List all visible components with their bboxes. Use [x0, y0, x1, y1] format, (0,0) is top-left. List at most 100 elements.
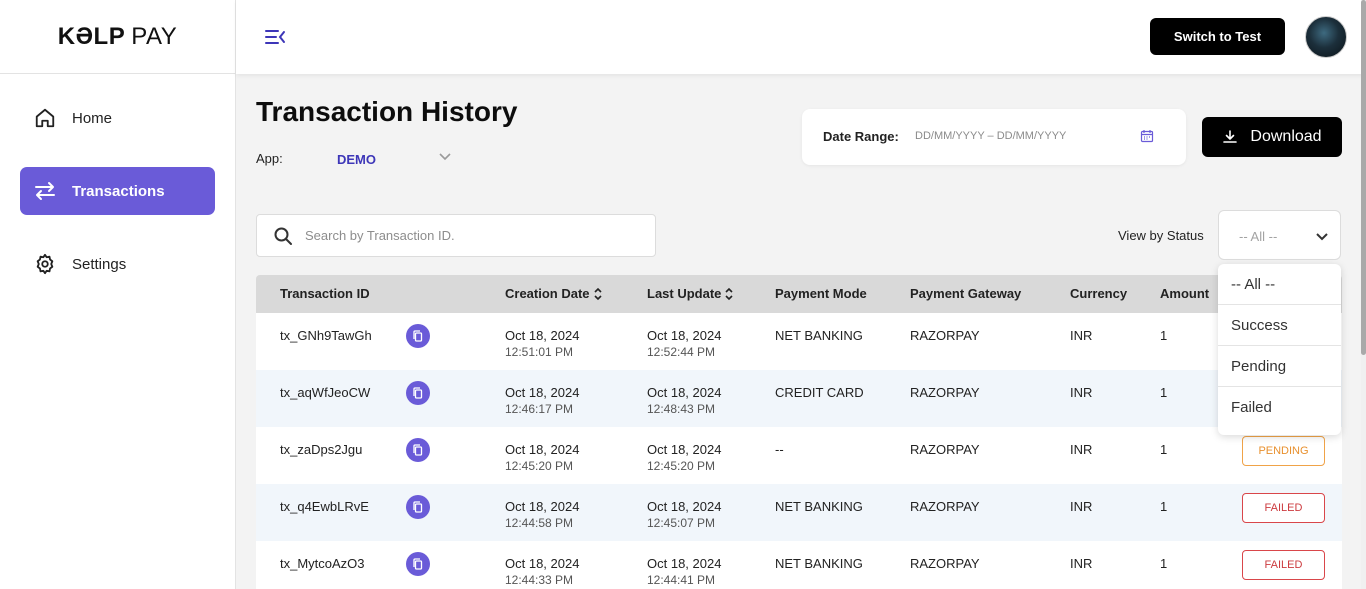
- download-icon: [1222, 129, 1238, 145]
- sidebar-item-home[interactable]: Home: [20, 94, 215, 142]
- scrollbar-thumb[interactable]: [1361, 0, 1366, 355]
- logo-text-light: PAY: [131, 22, 178, 50]
- payment-mode: NET BANKING: [775, 556, 863, 571]
- date-text: Oct 18, 2024: [647, 499, 722, 514]
- copy-icon[interactable]: [406, 495, 430, 519]
- column-header-last-update[interactable]: Last Update: [647, 286, 734, 301]
- last-update: Oct 18, 2024 12:45:20 PM: [647, 442, 721, 473]
- currency: INR: [1070, 499, 1093, 514]
- collapse-menu-icon[interactable]: [264, 26, 286, 48]
- payment-gateway: RAZORPAY: [910, 328, 980, 343]
- date-text: Oct 18, 2024: [505, 385, 580, 400]
- creation-date: Oct 18, 2024 12:45:20 PM: [505, 442, 579, 473]
- table-row: tx_GNh9TawGh Oct 18, 2024 12:51:01 PM Oct…: [256, 313, 1342, 370]
- date-text: Oct 18, 2024: [505, 328, 580, 343]
- status-option-pending[interactable]: Pending: [1218, 346, 1341, 387]
- status-option-failed[interactable]: Failed: [1218, 387, 1341, 428]
- search-icon: [273, 226, 293, 246]
- column-header-label: Creation Date: [505, 286, 590, 301]
- date-text: Oct 18, 2024: [647, 385, 722, 400]
- status-select[interactable]: -- All --: [1218, 210, 1341, 260]
- calendar-icon[interactable]: [1140, 129, 1156, 145]
- sidebar-item-label: Home: [72, 109, 113, 127]
- amount: 1: [1160, 385, 1168, 400]
- sidebar-item-transactions[interactable]: Transactions: [20, 167, 215, 215]
- currency: INR: [1070, 385, 1093, 400]
- column-header-payment-mode: Payment Mode: [775, 286, 867, 301]
- app-select-value[interactable]: DEMO: [337, 152, 376, 167]
- home-icon: [33, 106, 57, 130]
- copy-icon[interactable]: [406, 324, 430, 348]
- amount: 1: [1160, 556, 1168, 571]
- switch-to-test-button[interactable]: Switch to Test: [1150, 18, 1285, 55]
- page-scrollbar[interactable]: [1361, 0, 1366, 589]
- date-text: Oct 18, 2024: [505, 499, 580, 514]
- transaction-id: tx_zaDps2Jgu: [280, 442, 363, 457]
- currency: INR: [1070, 442, 1093, 457]
- table-header: Transaction ID Creation Date Last Update…: [256, 275, 1342, 313]
- time-text: 12:51:01 PM: [505, 345, 574, 359]
- table-row: tx_q4EwbLRvE Oct 18, 2024 12:44:58 PM Oct…: [256, 484, 1342, 541]
- table-row: tx_zaDps2Jgu Oct 18, 2024 12:45:20 PM Oct…: [256, 427, 1342, 484]
- creation-date: Oct 18, 2024 12:44:58 PM: [505, 499, 579, 530]
- time-text: 12:46:17 PM: [505, 402, 574, 416]
- time-text: 12:52:44 PM: [647, 345, 716, 359]
- column-header-label: Last Update: [647, 286, 722, 301]
- date-text: Oct 18, 2024: [505, 442, 580, 457]
- sidebar: KƏLP PAY Home Transactions Settings: [0, 0, 236, 589]
- payment-gateway: RAZORPAY: [910, 556, 980, 571]
- date-text: Oct 18, 2024: [647, 556, 722, 571]
- column-header-payment-gateway: Payment Gateway: [910, 286, 1022, 301]
- creation-date: Oct 18, 2024 12:46:17 PM: [505, 385, 579, 416]
- time-text: 12:45:07 PM: [647, 516, 716, 530]
- table-row: tx_aqWfJeoCW Oct 18, 2024 12:46:17 PM Oct…: [256, 370, 1342, 427]
- chevron-down-icon[interactable]: [437, 148, 453, 164]
- sidebar-item-settings[interactable]: Settings: [20, 240, 215, 288]
- main-content: Transaction History App: DEMO Date Range…: [236, 74, 1366, 589]
- currency: INR: [1070, 328, 1093, 343]
- payment-mode: NET BANKING: [775, 328, 863, 343]
- currency: INR: [1070, 556, 1093, 571]
- transaction-id: tx_MytcoAzO3: [280, 556, 365, 571]
- sidebar-nav: Home Transactions Settings: [0, 74, 235, 288]
- chevron-down-icon: [1314, 228, 1330, 244]
- time-text: 12:48:43 PM: [647, 402, 716, 416]
- status-option-success[interactable]: Success: [1218, 305, 1341, 346]
- amount: 1: [1160, 328, 1168, 343]
- column-header-transaction-id: Transaction ID: [280, 286, 370, 301]
- sort-icon[interactable]: [593, 287, 603, 301]
- copy-icon[interactable]: [406, 552, 430, 576]
- status-badge: PENDING: [1242, 436, 1325, 466]
- last-update: Oct 18, 2024 12:44:41 PM: [647, 556, 721, 587]
- status-select-value: -- All --: [1239, 229, 1278, 244]
- creation-date: Oct 18, 2024 12:44:33 PM: [505, 556, 579, 587]
- date-text: Oct 18, 2024: [647, 442, 722, 457]
- status-filter-label: View by Status: [1118, 228, 1204, 243]
- column-header-currency: Currency: [1070, 286, 1128, 301]
- app-label: App:: [256, 151, 283, 166]
- payment-mode: --: [775, 442, 784, 457]
- copy-icon[interactable]: [406, 438, 430, 462]
- download-button[interactable]: Download: [1202, 117, 1342, 157]
- time-text: 12:44:41 PM: [647, 573, 716, 587]
- table-row: tx_MytcoAzO3 Oct 18, 2024 12:44:33 PM Oct…: [256, 541, 1342, 589]
- column-header-creation-date[interactable]: Creation Date: [505, 286, 603, 301]
- last-update: Oct 18, 2024 12:45:07 PM: [647, 499, 721, 530]
- last-update: Oct 18, 2024 12:52:44 PM: [647, 328, 721, 359]
- avatar[interactable]: [1305, 16, 1347, 58]
- brand-logo[interactable]: KƏLP PAY: [0, 0, 235, 74]
- amount: 1: [1160, 499, 1168, 514]
- payment-gateway: RAZORPAY: [910, 442, 980, 457]
- status-option-all[interactable]: -- All --: [1218, 264, 1341, 305]
- download-label: Download: [1250, 128, 1322, 145]
- time-text: 12:44:58 PM: [505, 516, 574, 530]
- payment-gateway: RAZORPAY: [910, 385, 980, 400]
- copy-icon[interactable]: [406, 381, 430, 405]
- sort-icon[interactable]: [724, 287, 734, 301]
- search-input[interactable]: [305, 215, 645, 256]
- transfer-arrows-icon: [33, 179, 57, 203]
- payment-gateway: RAZORPAY: [910, 499, 980, 514]
- date-text: Oct 18, 2024: [647, 328, 722, 343]
- date-range-input[interactable]: DD/MM/YYYY – DD/MM/YYYY: [915, 130, 1105, 142]
- search-box: [256, 214, 656, 257]
